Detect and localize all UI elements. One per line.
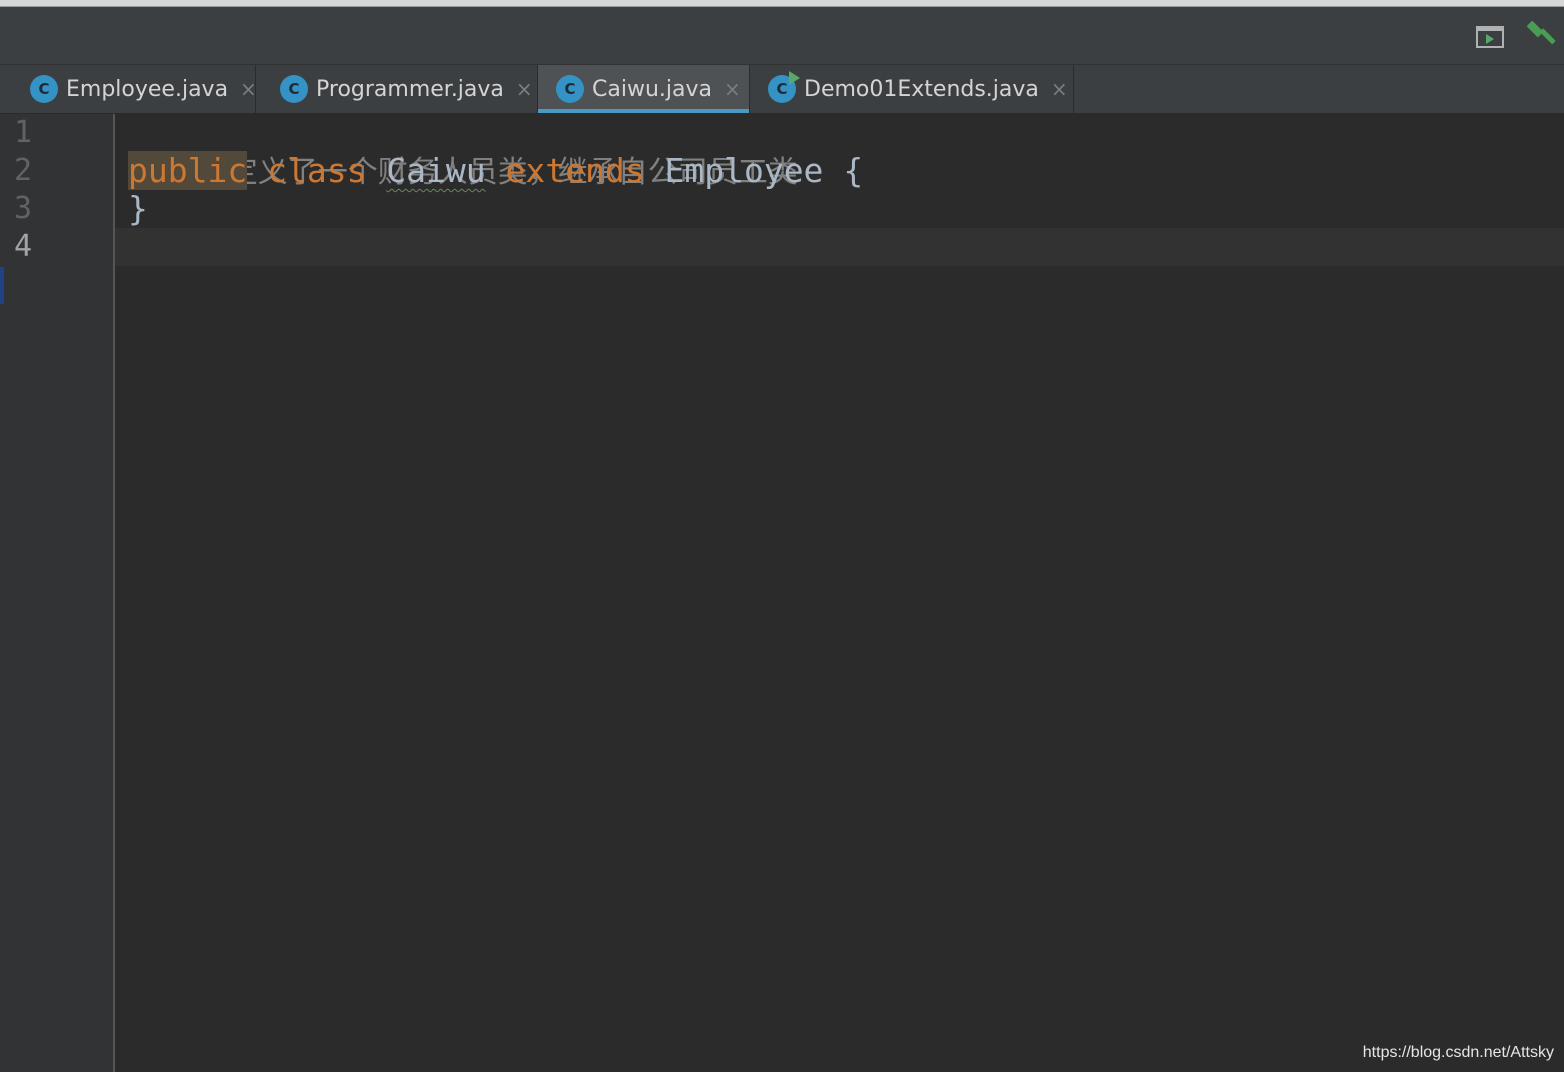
tab-label: Programmer.java (316, 76, 504, 102)
line-number: 3 (14, 191, 33, 226)
runnable-class-icon: C (768, 71, 800, 103)
line-number: 1 (14, 115, 33, 150)
code-line-1: //定义了一个财务人员类，继承自公司员工类 (128, 114, 797, 190)
open-brace: { (843, 151, 864, 190)
close-brace: } (128, 189, 148, 228)
tab-label: Caiwu.java (592, 76, 712, 102)
line-number-current: 4 (14, 229, 33, 264)
class-icon: C (556, 75, 584, 103)
keyword-public: public (128, 151, 248, 190)
main-toolbar (0, 7, 1564, 65)
caret-gutter-marker (0, 267, 4, 304)
window-title-strip (0, 0, 1564, 7)
code-editor[interactable]: //定义了一个财务人员类，继承自公司员工类 public class Caiwu… (115, 114, 1564, 1072)
current-line-highlight (115, 228, 1564, 266)
code-line-2: public class Caiwu extends Employee { (128, 151, 864, 190)
tab-employee-java[interactable]: C Employee.java × (6, 65, 257, 113)
tab-label: Demo01Extends.java (804, 76, 1039, 102)
superclass-name: Employee (664, 151, 824, 190)
keyword-class: class (267, 151, 367, 190)
editor-tab-bar: C Employee.java × C Programmer.java × C … (0, 65, 1564, 114)
line-number: 2 (14, 153, 33, 188)
tab-caiwu-java[interactable]: C Caiwu.java × (538, 65, 750, 113)
class-icon: C (30, 75, 58, 103)
build-hammer-icon[interactable] (1524, 20, 1558, 54)
tab-label: Employee.java (66, 76, 229, 102)
class-name: Caiwu (386, 151, 486, 190)
close-icon[interactable]: × (1051, 79, 1068, 99)
run-window-icon[interactable] (1476, 25, 1504, 49)
tab-programmer-java[interactable]: C Programmer.java × (256, 65, 538, 113)
close-icon[interactable]: × (724, 79, 741, 99)
class-icon: C (280, 75, 308, 103)
tab-demo01extends-java[interactable]: C Demo01Extends.java × (750, 65, 1074, 113)
keyword-extends: extends (505, 151, 645, 190)
code-line-3: } (128, 190, 148, 228)
close-icon[interactable]: × (516, 79, 533, 99)
close-icon[interactable]: × (240, 79, 257, 99)
line-number-gutter[interactable]: 1 2 3 4 (0, 114, 115, 1072)
watermark: https://blog.csdn.net/Attsky (1362, 1044, 1554, 1061)
